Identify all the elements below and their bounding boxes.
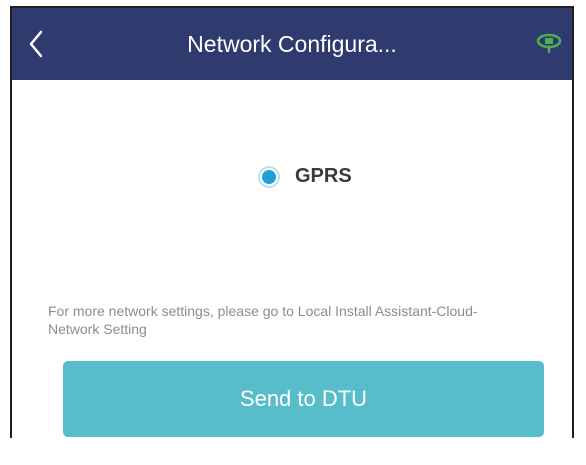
chevron-left-icon [29,30,43,58]
gprs-option-label: GPRS [295,165,352,187]
network-settings-hint: For more network settings, please go to … [48,303,478,337]
back-button[interactable] [16,24,56,64]
app-header: Network Configura... [12,8,572,80]
page-title: Network Configura... [187,31,397,57]
gprs-option[interactable]: GPRS [258,165,352,188]
app-screen: Network Configura... GPRS For more netwo… [10,6,574,438]
send-to-dtu-button[interactable]: Send to DTU [63,361,544,437]
gprs-radio[interactable] [258,165,280,188]
connection-status-icon [536,33,562,53]
radio-selected-dot [262,169,276,184]
